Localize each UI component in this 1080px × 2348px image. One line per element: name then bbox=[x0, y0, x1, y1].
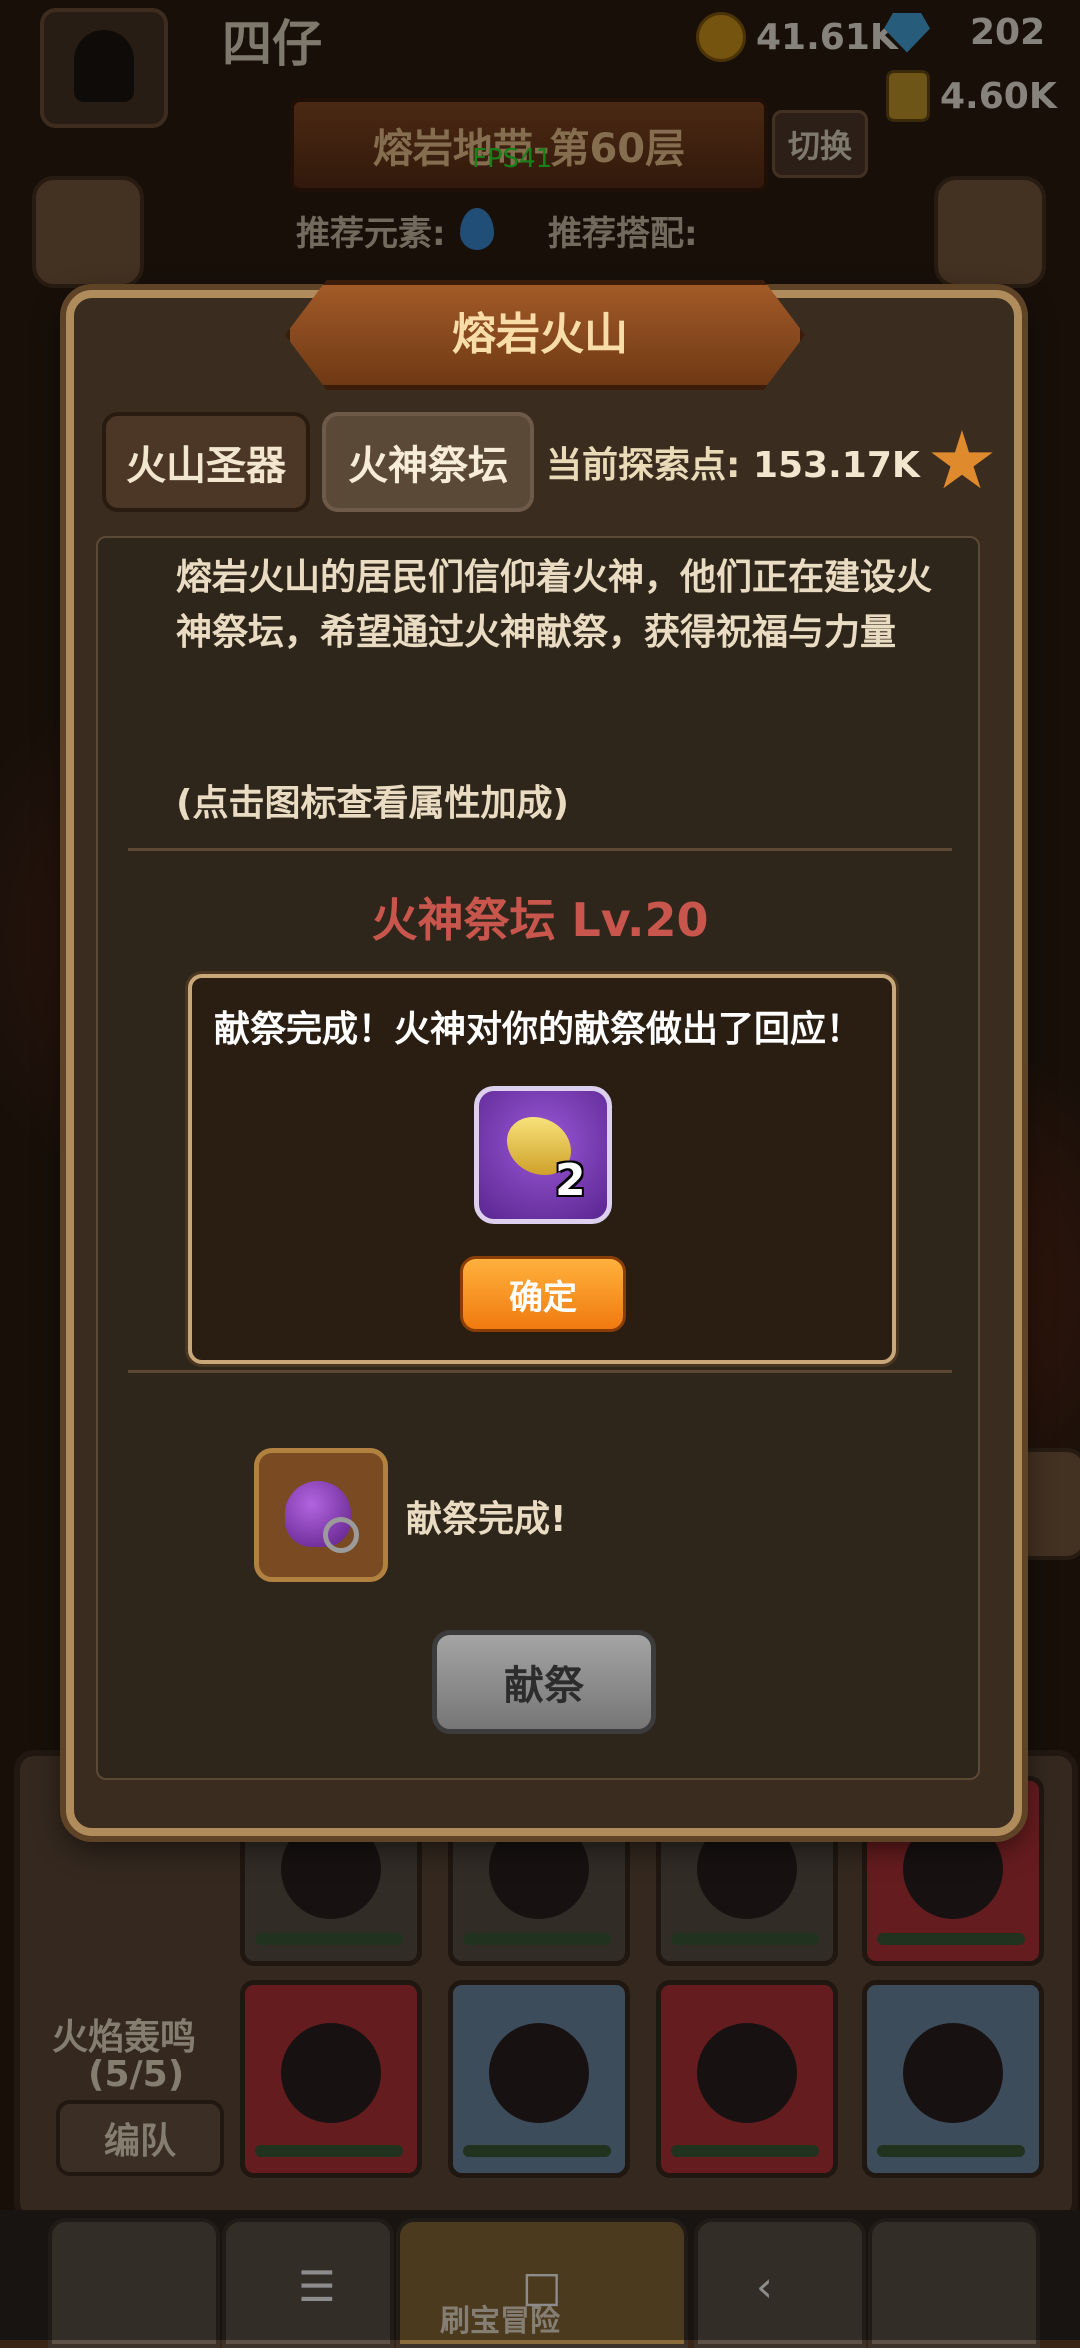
altar-level: 火神祭坛 Lv.20 bbox=[371, 893, 709, 947]
sacrifice-item-icon[interactable] bbox=[254, 1448, 388, 1582]
popup-message: 献祭完成！火神对你的献祭做出了回应！ bbox=[213, 1009, 862, 1050]
tab-fire-altar[interactable]: 火神祭坛 bbox=[322, 412, 534, 512]
altar-hint: (点击图标查看属性加成) bbox=[176, 783, 569, 824]
modal-title: 熔岩火山 bbox=[452, 309, 628, 360]
sacrifice-status: 献祭完成! bbox=[406, 1499, 567, 1540]
altar-description: 熔岩火山的居民们信仰着火神，他们正在建设火神祭坛，希望通过火神献祭，获得祝福与力… bbox=[176, 557, 933, 653]
sacrifice-button[interactable]: 献祭 bbox=[432, 1630, 656, 1734]
explore-points: 当前探索点: 153.17K bbox=[546, 436, 920, 488]
explore-label: 当前探索点: bbox=[546, 445, 741, 486]
confirm-button[interactable]: 确定 bbox=[460, 1256, 626, 1332]
reward-scroll-icon[interactable]: 2 bbox=[474, 1086, 612, 1224]
divider-top bbox=[128, 848, 952, 851]
divider-bottom bbox=[128, 1370, 952, 1373]
explore-value: 153.17K bbox=[752, 445, 920, 486]
reward-count: 2 bbox=[555, 1155, 586, 1206]
tab-volcano-artifact[interactable]: 火山圣器 bbox=[102, 412, 310, 512]
